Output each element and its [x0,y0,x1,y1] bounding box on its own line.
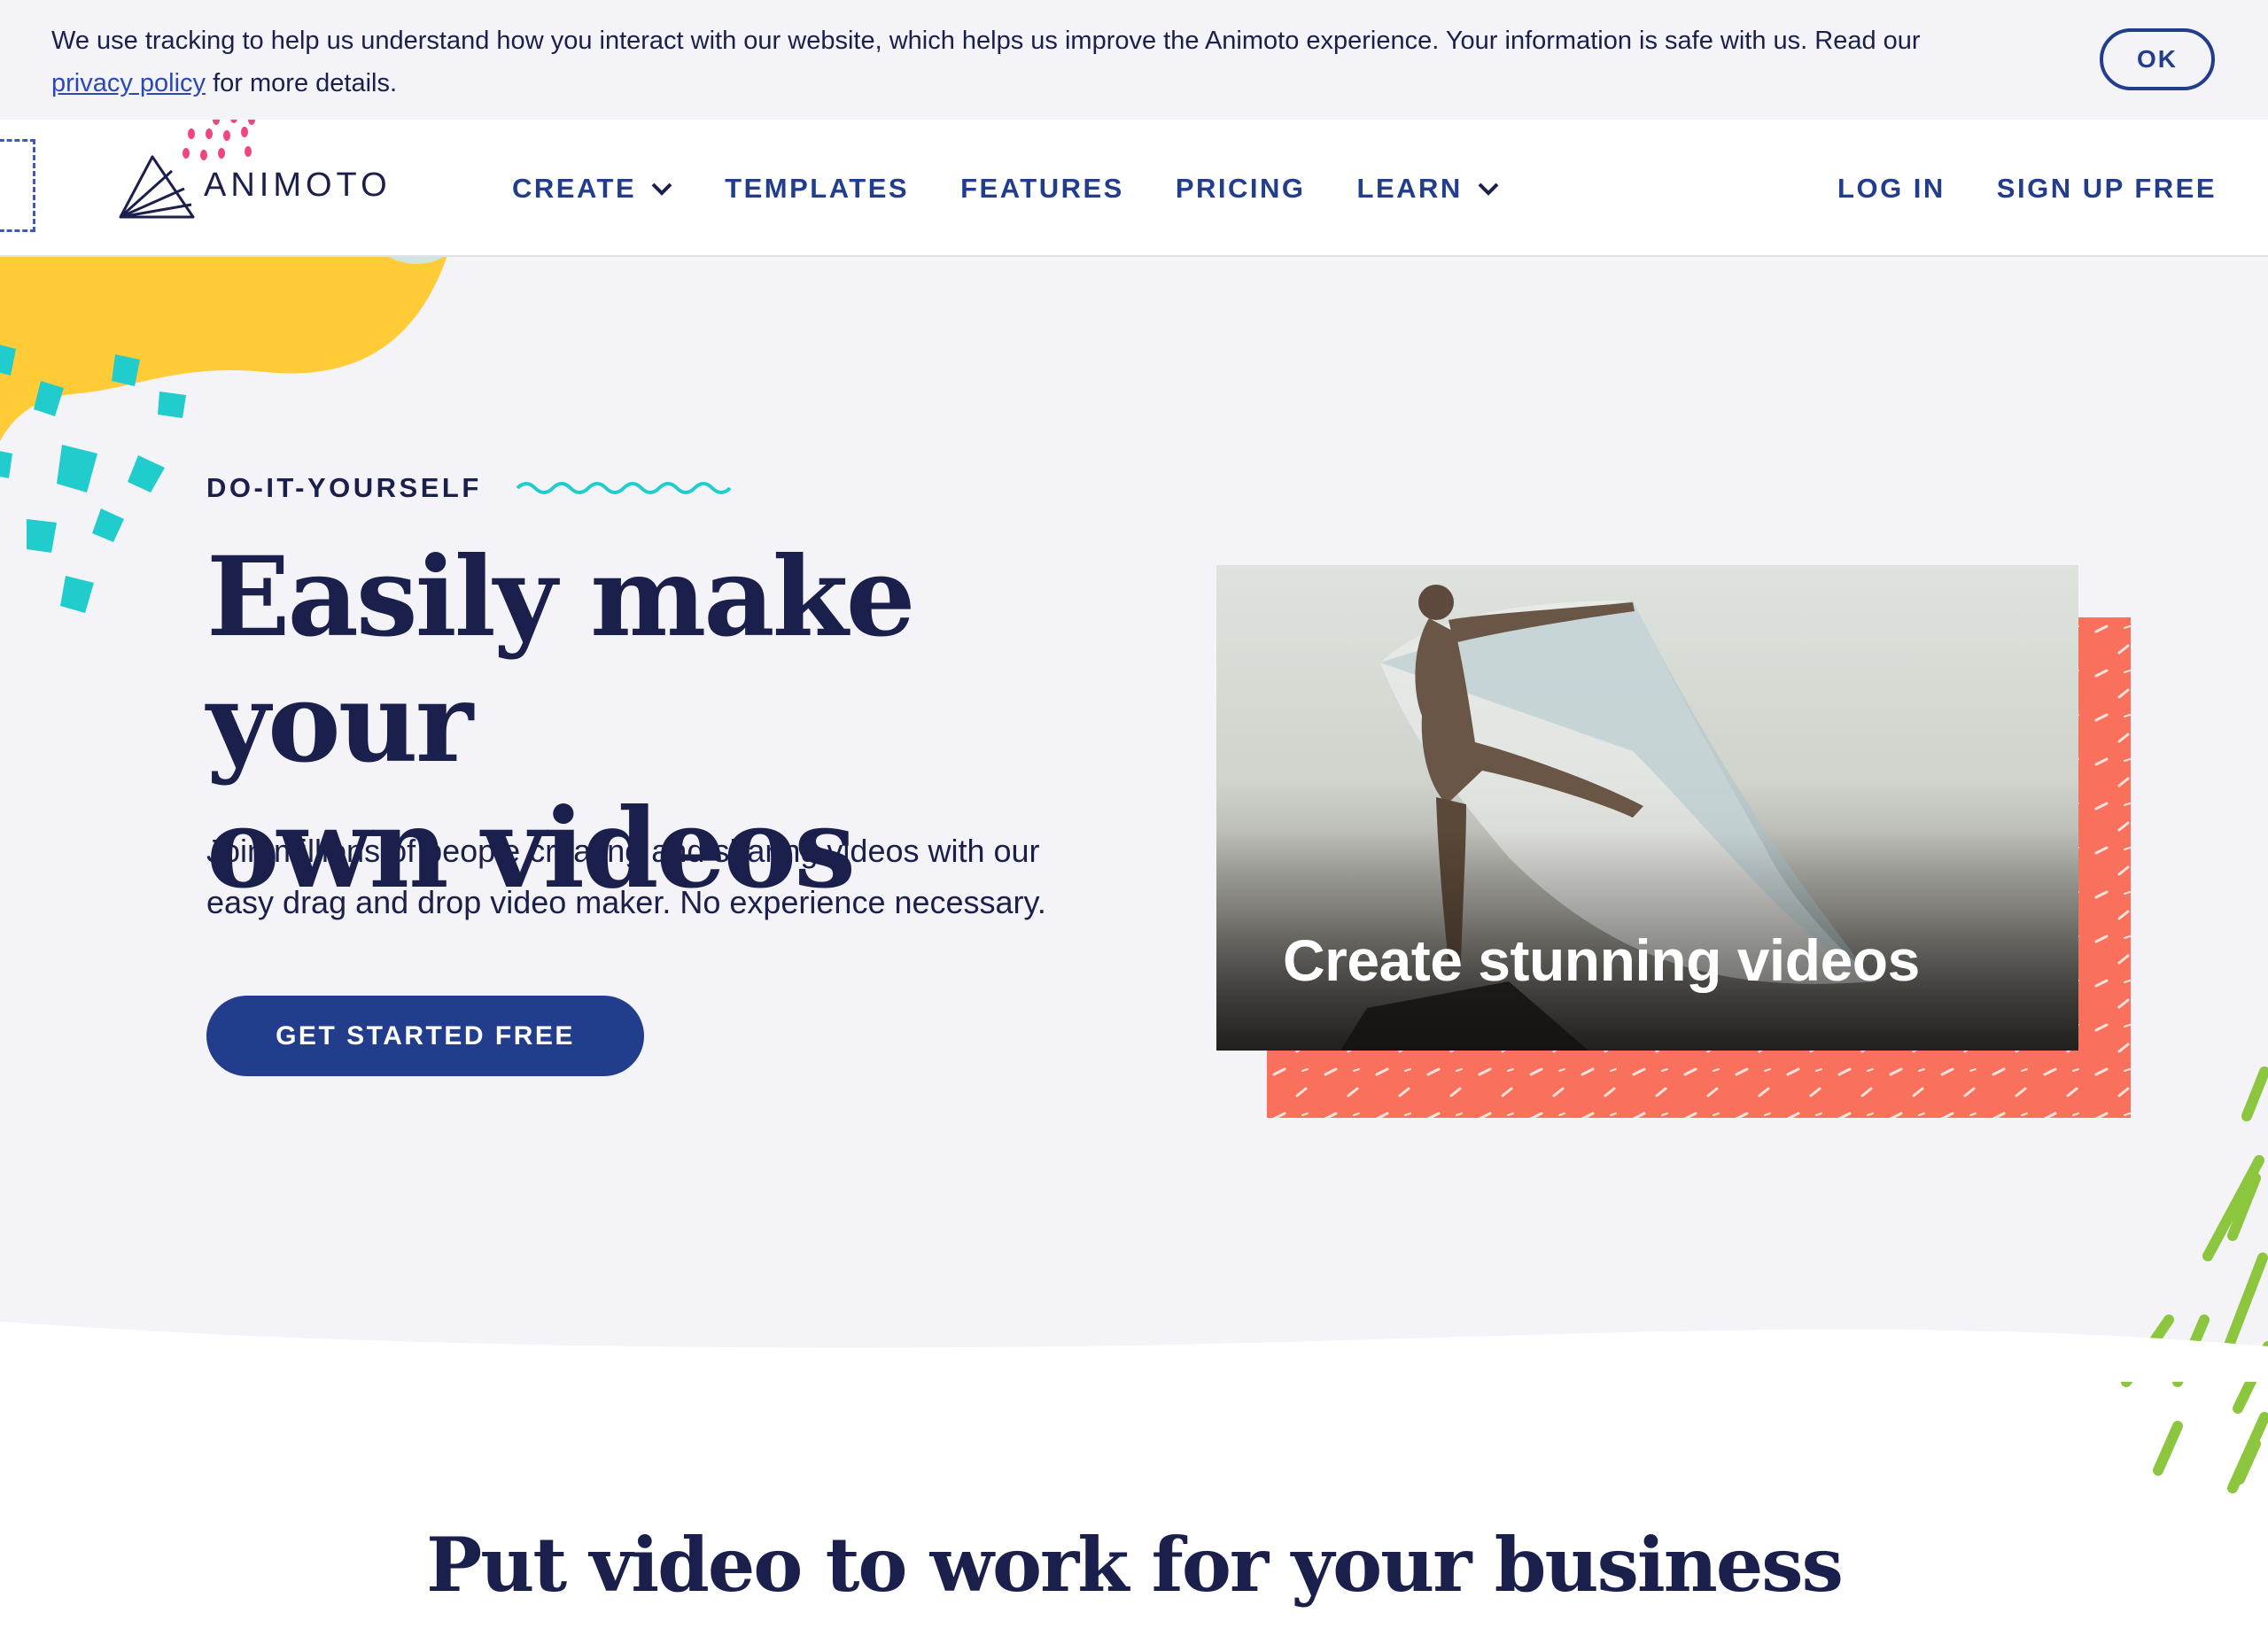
hero-subtext: Join millions of people creating and sha… [206,826,1163,928]
section-title: Put video to work for your business [426,1521,1844,1609]
nav-pricing[interactable]: PRICING [1176,173,1306,205]
privacy-policy-link[interactable]: privacy policy [51,69,206,97]
get-started-free-button[interactable]: GET STARTED FREE [206,996,644,1076]
decorative-green-strokes [2121,1066,2268,1493]
hero-subtext-line2: easy drag and drop video maker. No exper… [206,884,1046,920]
cookie-text-after: for more details. [206,69,398,97]
eyebrow-label: DO-IT-YOURSELF [206,472,482,503]
nav-learn[interactable]: LEARN [1357,173,1500,205]
signup-free-link[interactable]: SIGN UP FREE [1997,173,2217,205]
hero-headline-line1: Easily make your [206,533,915,787]
chevron-down-icon [1478,182,1499,196]
animoto-logo-icon [119,155,195,219]
login-link[interactable]: LOG IN [1837,173,1946,205]
nav-create-label: CREATE [512,172,637,204]
section-divider-wave [0,1322,2268,1382]
page: DO-IT-YOURSELF Easily make your own vide… [0,0,2268,1644]
chevron-down-icon [651,182,672,196]
dashed-outline-decoration [0,139,35,232]
cookie-ok-button[interactable]: OK [2100,28,2215,90]
nav-features[interactable]: FEATURES [960,173,1124,205]
animoto-logo[interactable]: ANIMOTO [117,151,392,219]
site-header: ANIMOTO CREATE TEMPLATES FEATURES PRICIN… [0,114,2268,257]
account-nav: LOG IN SIGN UP FREE [1786,120,2217,257]
logo-text: ANIMOTO [204,166,392,204]
squiggle-wave-icon [516,482,732,494]
cookie-banner: We use tracking to help us understand ho… [0,0,2268,120]
eyebrow: DO-IT-YOURSELF [206,472,732,504]
hero-video-thumbnail[interactable]: Create stunning videos [1216,565,2078,1051]
cookie-message: We use tracking to help us understand ho… [51,19,2000,105]
nav-create[interactable]: CREATE [512,173,673,205]
video-caption: Create stunning videos [1283,927,1920,993]
nav-templates[interactable]: TEMPLATES [725,173,909,205]
hero-subtext-line1: Join millions of people creating and sha… [206,833,1040,869]
main-nav: CREATE TEMPLATES FEATURES PRICING LEARN [512,120,1551,257]
nav-learn-label: LEARN [1356,172,1463,204]
cookie-text-before: We use tracking to help us understand ho… [51,27,1921,55]
